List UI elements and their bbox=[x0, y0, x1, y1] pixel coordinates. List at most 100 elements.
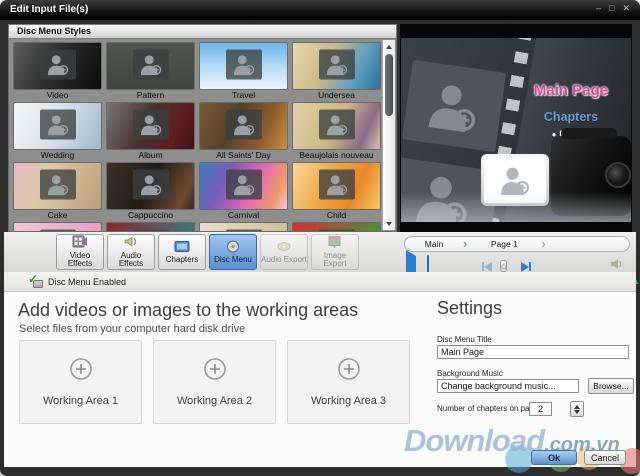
browse-button[interactable]: Browse... bbox=[588, 378, 634, 394]
menu-style-thumbnail[interactable] bbox=[107, 223, 194, 232]
status-band: ✓ Disc Menu Enabled bbox=[4, 272, 636, 292]
toolbar: Video Effects Audio Effects Chapters Dis… bbox=[56, 234, 359, 270]
camcorder-screen bbox=[481, 154, 549, 206]
menu-style-thumbnail[interactable] bbox=[200, 103, 287, 149]
camcorder-image bbox=[481, 128, 631, 220]
menu-style-label: Album bbox=[104, 149, 197, 161]
video-effects-icon bbox=[72, 235, 88, 251]
menu-style-item[interactable] bbox=[197, 223, 290, 232]
menu-style-item[interactable]: Video bbox=[11, 43, 104, 101]
menu-style-thumbnail[interactable] bbox=[293, 163, 380, 209]
chapters-label: Chapters bbox=[166, 256, 198, 265]
working-area-dropzone[interactable]: Working Area 2 bbox=[153, 340, 276, 424]
menu-style-item[interactable]: Wedding bbox=[11, 103, 104, 161]
chapters-icon bbox=[174, 240, 190, 256]
menu-style-item[interactable]: Carnival bbox=[197, 163, 290, 221]
menu-style-thumbnail[interactable] bbox=[107, 43, 194, 89]
breadcrumb-main-tab[interactable]: Main bbox=[405, 239, 463, 249]
add-plus-icon bbox=[203, 357, 227, 386]
menu-style-item[interactable]: Pattern bbox=[104, 43, 197, 101]
menu-style-thumbnail[interactable] bbox=[293, 103, 380, 149]
audio-export-icon bbox=[276, 240, 292, 256]
ok-button[interactable]: Ok bbox=[531, 450, 577, 465]
person-placeholder-icon bbox=[226, 50, 262, 80]
window-title: Edit Input File(s) bbox=[10, 4, 88, 15]
menu-style-thumbnail[interactable] bbox=[200, 163, 287, 209]
menu-style-label: Video bbox=[11, 89, 104, 101]
camcorder-lens bbox=[605, 162, 631, 188]
disc-menu-title-input[interactable] bbox=[437, 345, 629, 359]
disc-menu-button[interactable]: Disc Menu bbox=[209, 234, 257, 270]
menu-style-item[interactable]: All Saints' Day bbox=[197, 103, 290, 161]
menu-style-thumbnail[interactable] bbox=[293, 43, 380, 89]
disc-menu-label: Disc Menu bbox=[214, 256, 252, 265]
person-placeholder-icon bbox=[40, 110, 76, 140]
chevron-right-icon: › bbox=[541, 239, 545, 249]
working-areas-heading: Add videos or images to the working area… bbox=[18, 300, 358, 321]
audio-export-label: Audio Export bbox=[261, 256, 307, 265]
menu-style-thumbnail[interactable] bbox=[14, 223, 101, 232]
background-music-input[interactable] bbox=[437, 379, 579, 393]
image-export-label: Image Export bbox=[312, 252, 358, 269]
menu-style-thumbnail[interactable] bbox=[14, 103, 101, 149]
menu-style-thumbnail[interactable] bbox=[107, 103, 194, 149]
menu-style-item[interactable]: Beaujolais nouveau bbox=[290, 103, 383, 161]
working-area-dropzone[interactable]: Working Area 1 bbox=[19, 340, 142, 424]
video-effects-button[interactable]: Video Effects bbox=[56, 234, 104, 270]
spinner-up-icon bbox=[574, 405, 580, 409]
title-bar[interactable]: Edit Input File(s) – □ ✕ bbox=[0, 0, 640, 20]
image-export-icon bbox=[327, 235, 343, 251]
menu-style-item[interactable]: Child bbox=[290, 163, 383, 221]
menu-style-thumbnail[interactable] bbox=[107, 163, 194, 209]
menu-style-label: Carnival bbox=[197, 209, 290, 221]
minimize-icon[interactable]: – bbox=[596, 3, 601, 14]
menu-style-thumbnail[interactable] bbox=[293, 223, 380, 232]
menu-style-thumbnail[interactable] bbox=[14, 43, 101, 89]
edit-input-files-dialog: Edit Input File(s) – □ ✕ Disc Menu Style… bbox=[0, 0, 640, 476]
menu-style-thumbnail[interactable] bbox=[200, 223, 287, 232]
chapters-count-input[interactable] bbox=[529, 402, 552, 416]
person-placeholder-icon bbox=[40, 170, 76, 200]
menu-style-item[interactable]: Cappuccino bbox=[104, 163, 197, 221]
home-icon: ⌂ bbox=[500, 260, 507, 272]
menu-style-item[interactable]: Undersea bbox=[290, 43, 383, 101]
main-content: Add videos or images to the working area… bbox=[4, 292, 636, 467]
disc-menu-styles-header: Disc Menu Styles bbox=[8, 24, 397, 39]
maximize-icon[interactable]: □ bbox=[609, 3, 614, 14]
scroll-up-icon[interactable] bbox=[383, 41, 395, 52]
settings-heading: Settings bbox=[437, 298, 502, 319]
background-music-label: Background Music bbox=[437, 369, 503, 378]
menu-style-item[interactable]: Album bbox=[104, 103, 197, 161]
page-breadcrumb: Main › Page 1 › bbox=[404, 236, 630, 252]
audio-effects-button[interactable]: Audio Effects bbox=[107, 234, 155, 270]
disc-menu-enabled-label: Disc Menu Enabled bbox=[48, 277, 126, 287]
spinner-down-icon bbox=[574, 410, 580, 414]
menu-style-item[interactable] bbox=[11, 223, 104, 232]
preview-chapters-link[interactable]: Chapters bbox=[523, 110, 619, 124]
menu-style-item[interactable] bbox=[290, 223, 383, 232]
working-area-label: Working Area 2 bbox=[177, 395, 252, 407]
preview-menu-title[interactable]: Main Page bbox=[523, 82, 619, 99]
close-icon[interactable]: ✕ bbox=[622, 3, 630, 14]
cancel-button[interactable]: Cancel bbox=[584, 450, 626, 465]
scrollbar-thumb[interactable] bbox=[385, 54, 393, 116]
menu-style-thumbnail[interactable] bbox=[14, 163, 101, 209]
disc-menu-enabled-check-icon: ✓ bbox=[28, 275, 43, 288]
menu-style-item[interactable] bbox=[104, 223, 197, 232]
person-placeholder-icon bbox=[133, 110, 169, 140]
menu-style-label: Undersea bbox=[290, 89, 383, 101]
person-placeholder-icon bbox=[226, 170, 262, 200]
menu-style-label: Cappuccino bbox=[104, 209, 197, 221]
scroll-down-icon[interactable] bbox=[383, 218, 395, 229]
styles-scrollbar[interactable] bbox=[382, 40, 395, 230]
menu-style-label: Child bbox=[290, 209, 383, 221]
chapters-count-stepper[interactable] bbox=[570, 401, 584, 417]
menu-style-item[interactable]: Travel bbox=[197, 43, 290, 101]
breadcrumb-page1-tab[interactable]: Page 1 bbox=[467, 239, 541, 249]
person-placeholder-icon bbox=[133, 170, 169, 200]
audio-export-button: Audio Export bbox=[260, 234, 308, 270]
menu-style-thumbnail[interactable] bbox=[200, 43, 287, 89]
chapters-button[interactable]: Chapters bbox=[158, 234, 206, 270]
working-area-dropzone[interactable]: Working Area 3 bbox=[287, 340, 410, 424]
menu-style-item[interactable]: Cake bbox=[11, 163, 104, 221]
